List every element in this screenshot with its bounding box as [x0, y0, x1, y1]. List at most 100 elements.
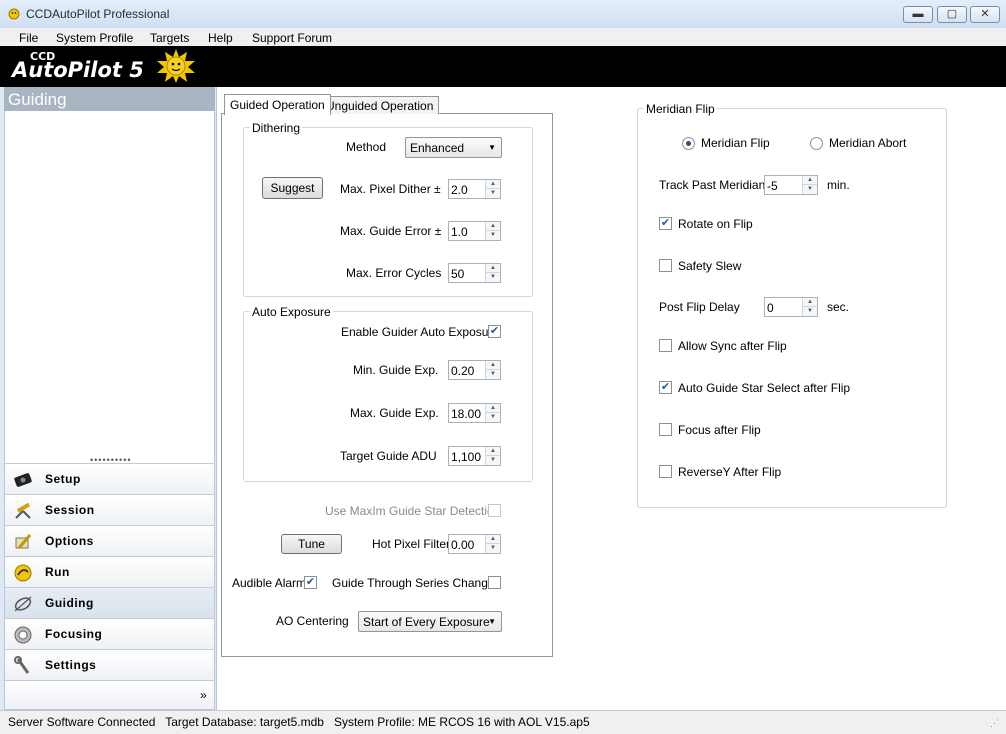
- auto-guide-star-checkbox[interactable]: ✔: [659, 381, 672, 394]
- use-maxim-checkbox[interactable]: [488, 504, 501, 517]
- max-pixel-dither-label: Max. Pixel Dither ±: [340, 182, 441, 196]
- meridian-flip-radio-label: Meridian Flip: [701, 136, 770, 150]
- hot-pixel-filter-spinner[interactable]: 0.00 ▲ ▼: [448, 534, 501, 554]
- spin-up-icon[interactable]: ▲: [803, 176, 817, 185]
- nav-focusing-label: Focusing: [45, 627, 103, 641]
- max-pixel-dither-value: 2.0: [451, 183, 468, 197]
- hot-pixel-filter-label: Hot Pixel Filter: [372, 537, 451, 551]
- method-select[interactable]: Enhanced ▼: [405, 137, 502, 158]
- spin-up-icon[interactable]: ▲: [486, 180, 500, 189]
- crosshair-icon: [14, 596, 32, 612]
- menu-system-profile[interactable]: System Profile: [56, 31, 133, 45]
- nav-run[interactable]: Run: [5, 556, 214, 587]
- menu-targets[interactable]: Targets: [150, 31, 189, 45]
- nav-options-label: Options: [45, 534, 94, 548]
- pencil-icon: [15, 534, 32, 549]
- spin-up-icon[interactable]: ▲: [486, 535, 500, 544]
- nav-session[interactable]: Session: [5, 494, 214, 525]
- target-guide-adu-spinner[interactable]: 1,100 ▲ ▼: [448, 446, 501, 466]
- chevron-down-icon: ▼: [488, 143, 496, 152]
- nav-setup[interactable]: Setup: [5, 463, 214, 494]
- nav-guiding[interactable]: Guiding: [5, 587, 214, 618]
- nav-focusing[interactable]: Focusing: [5, 618, 214, 649]
- spin-up-icon[interactable]: ▲: [803, 298, 817, 307]
- tune-button[interactable]: Tune: [281, 534, 342, 554]
- spin-down-icon[interactable]: ▼: [486, 231, 500, 240]
- enable-auto-exposure-label: Enable Guider Auto Exposure: [341, 325, 500, 339]
- track-past-meridian-spinner[interactable]: -5 ▲ ▼: [764, 175, 818, 195]
- nav-footer: [5, 680, 214, 709]
- spin-up-icon[interactable]: ▲: [486, 404, 500, 413]
- left-panel-title: Guiding: [8, 90, 67, 109]
- window-title: CCDAutoPilot Professional: [26, 7, 170, 21]
- camera-icon: [14, 473, 32, 487]
- safety-slew-checkbox[interactable]: [659, 259, 672, 272]
- target-guide-adu-value: 1,100: [451, 450, 482, 464]
- spin-down-icon[interactable]: ▼: [803, 185, 817, 194]
- rotate-on-flip-label: Rotate on Flip: [678, 217, 753, 231]
- spin-down-icon[interactable]: ▼: [486, 189, 500, 198]
- min-guide-exp-label: Min. Guide Exp.: [353, 363, 439, 377]
- maximize-button[interactable]: ▢: [937, 6, 967, 23]
- resize-grip-icon[interactable]: ⋰: [990, 718, 999, 729]
- guide-through-series-checkbox[interactable]: [488, 576, 501, 589]
- ao-centering-select[interactable]: Start of Every Exposure ▼: [358, 611, 502, 632]
- spin-down-icon[interactable]: ▼: [486, 273, 500, 282]
- tab-unguided-operation[interactable]: Unguided Operation: [320, 96, 440, 114]
- nav-options[interactable]: Options: [5, 525, 214, 556]
- max-guide-exp-value: 18.00: [451, 407, 482, 421]
- track-past-unit: min.: [827, 178, 850, 192]
- menu-support-forum[interactable]: Support Forum: [252, 31, 332, 45]
- nav-expand-button[interactable]: »: [200, 688, 207, 702]
- nav-settings[interactable]: Settings: [5, 649, 214, 680]
- meridian-flip-radio[interactable]: [682, 137, 695, 150]
- min-guide-exp-spinner[interactable]: 0.20 ▲ ▼: [448, 360, 501, 380]
- spin-up-icon[interactable]: ▲: [486, 222, 500, 231]
- minimize-button[interactable]: ▬: [903, 6, 933, 23]
- method-label: Method: [346, 140, 387, 154]
- nav-guiding-label: Guiding: [45, 596, 94, 610]
- max-pixel-dither-spinner[interactable]: 2.0 ▲ ▼: [448, 179, 501, 199]
- spin-down-icon[interactable]: ▼: [486, 413, 500, 422]
- meridian-group-label: Meridian Flip: [644, 102, 717, 116]
- method-value: Enhanced: [410, 141, 465, 155]
- nav-session-label: Session: [45, 503, 95, 517]
- spin-down-icon[interactable]: ▼: [486, 370, 500, 379]
- spin-down-icon[interactable]: ▼: [486, 456, 500, 465]
- nav-setup-label: Setup: [45, 472, 81, 486]
- track-past-meridian-value: -5: [767, 179, 778, 193]
- suggest-button[interactable]: Suggest: [262, 177, 323, 199]
- menu-help[interactable]: Help: [208, 31, 233, 45]
- focus-after-flip-checkbox[interactable]: [659, 423, 672, 436]
- allow-sync-label: Allow Sync after Flip: [678, 339, 787, 353]
- spin-up-icon[interactable]: ▲: [486, 361, 500, 370]
- max-guide-error-spinner[interactable]: 1.0 ▲ ▼: [448, 221, 501, 241]
- spin-down-icon[interactable]: ▼: [803, 307, 817, 316]
- max-error-cycles-spinner[interactable]: 50 ▲ ▼: [448, 263, 501, 283]
- max-error-cycles-label: Max. Error Cycles: [346, 266, 442, 280]
- meridian-abort-radio[interactable]: [810, 137, 823, 150]
- nav-settings-label: Settings: [45, 658, 97, 672]
- max-error-cycles-value: 50: [451, 267, 465, 281]
- audible-alarm-checkbox[interactable]: ✔: [304, 576, 317, 589]
- max-guide-exp-spinner[interactable]: 18.00 ▲ ▼: [448, 403, 501, 423]
- close-button[interactable]: ✕: [970, 6, 1000, 23]
- menu-file[interactable]: File: [19, 31, 38, 45]
- spin-up-icon[interactable]: ▲: [486, 264, 500, 273]
- target-guide-adu-label: Target Guide ADU: [340, 449, 437, 463]
- allow-sync-checkbox[interactable]: [659, 339, 672, 352]
- tab-guided-operation[interactable]: Guided Operation: [224, 94, 331, 115]
- rotate-on-flip-checkbox[interactable]: ✔: [659, 217, 672, 230]
- telescope-icon: [15, 502, 31, 519]
- reverse-y-checkbox[interactable]: [659, 465, 672, 478]
- dithering-group-label: Dithering: [250, 121, 303, 135]
- auto-guide-star-label: Auto Guide Star Select after Flip: [678, 381, 851, 395]
- guide-through-series-label: Guide Through Series Changes: [332, 576, 501, 590]
- ao-centering-value: Start of Every Exposure: [363, 615, 490, 629]
- spin-down-icon[interactable]: ▼: [486, 544, 500, 553]
- app-banner: [0, 46, 1006, 87]
- post-flip-delay-spinner[interactable]: 0 ▲ ▼: [764, 297, 818, 317]
- max-guide-error-label: Max. Guide Error ±: [340, 224, 442, 238]
- enable-auto-exposure-checkbox[interactable]: ✔: [488, 325, 501, 338]
- spin-up-icon[interactable]: ▲: [486, 447, 500, 456]
